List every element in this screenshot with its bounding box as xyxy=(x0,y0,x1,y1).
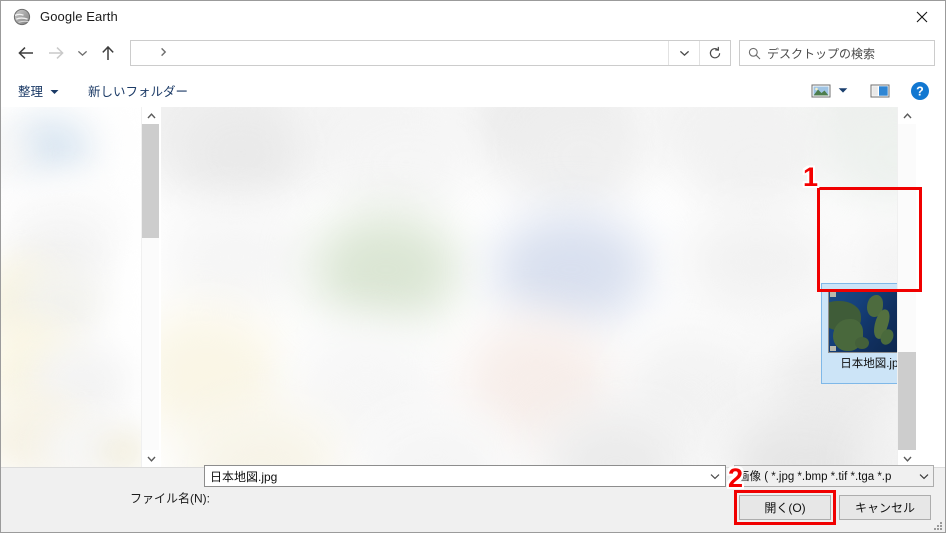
caret-down-icon xyxy=(50,84,59,98)
preview-pane-icon[interactable] xyxy=(867,81,893,101)
open-button-label: 開く(O) xyxy=(764,501,806,515)
file-list-scrollbar[interactable] xyxy=(897,107,916,467)
refresh-icon[interactable] xyxy=(699,41,730,65)
caret-down-icon[interactable] xyxy=(919,467,929,485)
view-options-caret-icon[interactable] xyxy=(833,81,853,101)
svg-text:?: ? xyxy=(916,84,924,98)
filename-label: ファイル名(N): xyxy=(130,491,210,506)
navigation-bar: デスクトップの検索 xyxy=(1,32,945,74)
navigation-pane[interactable] xyxy=(1,107,142,467)
filetype-select[interactable]: 画像 ( *.jpg *.bmp *.tif *.tga *.p xyxy=(734,465,934,487)
resize-grip-icon[interactable] xyxy=(933,518,943,530)
content-area: 日本地図.jpg xyxy=(1,107,945,467)
new-folder-label: 新しいフォルダー xyxy=(88,85,189,99)
file-name-label: 日本地図.jpg xyxy=(840,358,905,370)
open-button[interactable]: 開く(O) xyxy=(739,495,831,520)
chevron-down-icon[interactable] xyxy=(71,38,93,68)
cancel-button-label: キャンセル xyxy=(854,501,915,515)
file-scroll-track[interactable] xyxy=(898,124,916,450)
file-open-dialog-window: Google Earth デスクトップの検索 整理 新しいフォルダー ? 日本地… xyxy=(0,0,946,533)
window-title: Google Earth xyxy=(40,9,118,24)
filename-value: 日本地図.jpg xyxy=(210,469,278,484)
chevron-up-icon[interactable] xyxy=(898,107,916,124)
close-icon[interactable] xyxy=(899,1,945,32)
file-list-pane[interactable]: 日本地図.jpg xyxy=(161,107,916,467)
filename-input[interactable]: 日本地図.jpg xyxy=(204,465,726,487)
command-toolbar: 整理 新しいフォルダー ? xyxy=(1,74,945,107)
search-input[interactable]: デスクトップの検索 xyxy=(739,40,935,66)
address-path-redacted xyxy=(171,44,668,62)
toolbar-right-group: ? xyxy=(809,74,945,107)
organize-label: 整理 xyxy=(18,85,44,99)
desktop-monitor-icon xyxy=(136,46,154,61)
search-placeholder: デスクトップの検索 xyxy=(767,46,876,61)
arrow-left-icon[interactable] xyxy=(11,38,41,68)
view-thumbnail-icon[interactable] xyxy=(809,81,833,101)
navigation-scroll-track[interactable] xyxy=(142,124,160,450)
filetype-value: 画像 ( *.jpg *.bmp *.tif *.tga *.p xyxy=(738,471,892,483)
chevron-down-icon[interactable] xyxy=(142,450,160,467)
address-bar[interactable] xyxy=(130,40,731,66)
title-bar: Google Earth xyxy=(1,1,945,32)
new-folder-button[interactable]: 新しいフォルダー xyxy=(88,81,188,100)
navigation-scroll-thumb[interactable] xyxy=(142,124,160,238)
help-circle-icon[interactable]: ? xyxy=(907,80,933,102)
arrow-right-icon xyxy=(41,38,71,68)
search-icon xyxy=(748,47,761,60)
file-list-redacted xyxy=(161,107,916,467)
navigation-pane-redacted xyxy=(1,107,141,467)
arrow-up-icon[interactable] xyxy=(93,38,123,68)
file-scroll-thumb[interactable] xyxy=(898,352,916,450)
globe-icon xyxy=(13,8,31,26)
navigation-pane-scrollbar[interactable] xyxy=(141,107,160,467)
organize-button[interactable]: 整理 xyxy=(18,81,59,100)
chevron-right-icon[interactable] xyxy=(160,44,167,62)
cancel-button[interactable]: キャンセル xyxy=(839,495,931,520)
caret-down-icon[interactable] xyxy=(710,467,720,485)
chevron-up-icon[interactable] xyxy=(142,107,160,124)
address-dropdown-icon[interactable] xyxy=(668,41,699,65)
